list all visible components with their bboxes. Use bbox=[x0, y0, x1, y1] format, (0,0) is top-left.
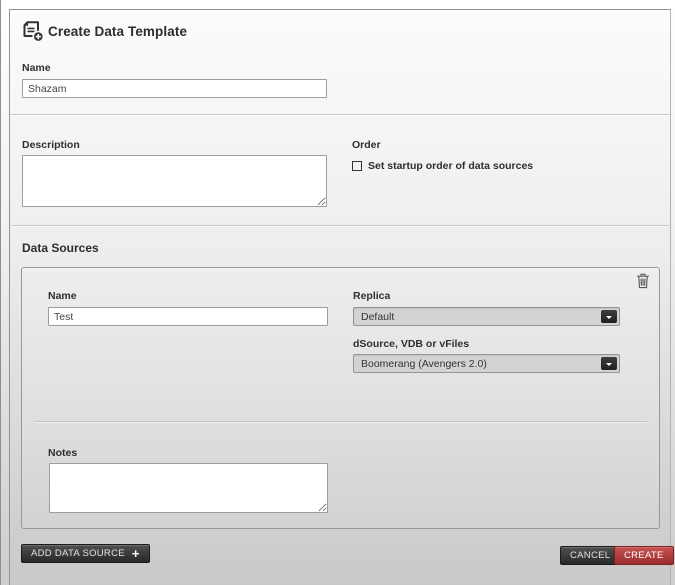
create-data-template-dialog: Create Data Template Name Description Or… bbox=[9, 9, 671, 585]
create-label: CREATE bbox=[624, 550, 664, 561]
divider bbox=[34, 421, 647, 423]
description-label: Description bbox=[22, 139, 80, 151]
chevron-down-icon[interactable] bbox=[601, 310, 617, 323]
add-data-source-label: ADD DATA SOURCE bbox=[31, 548, 125, 559]
create-button[interactable]: CREATE bbox=[614, 546, 674, 565]
name-label: Name bbox=[22, 62, 51, 74]
notes-textarea[interactable] bbox=[49, 463, 328, 513]
replica-selected-value: Default bbox=[354, 311, 619, 323]
source-name-label: Name bbox=[48, 290, 77, 302]
replica-label: Replica bbox=[353, 290, 390, 302]
data-sources-heading: Data Sources bbox=[22, 241, 99, 255]
startup-order-checkbox-label: Set startup order of data sources bbox=[368, 160, 533, 172]
name-input[interactable] bbox=[22, 79, 327, 98]
dsource-label: dSource, VDB or vFiles bbox=[353, 338, 469, 350]
notes-label: Notes bbox=[48, 447, 77, 459]
divider bbox=[11, 225, 669, 227]
dsource-selected-value: Boomerang (Avengers 2.0) bbox=[354, 358, 619, 370]
chevron-down-icon[interactable] bbox=[601, 357, 617, 370]
data-source-card: Name Replica Default dSource, VDB or vFi… bbox=[21, 267, 660, 529]
order-label: Order bbox=[352, 139, 381, 151]
add-data-source-button[interactable]: ADD DATA SOURCE + bbox=[21, 544, 150, 563]
replica-select[interactable]: Default bbox=[353, 307, 620, 326]
source-name-input[interactable] bbox=[48, 307, 328, 326]
trash-icon[interactable] bbox=[636, 273, 650, 289]
divider bbox=[11, 114, 669, 116]
dialog-title: Create Data Template bbox=[48, 24, 187, 39]
new-data-template-icon bbox=[19, 20, 45, 43]
cancel-button[interactable]: CANCEL bbox=[560, 546, 620, 565]
cancel-label: CANCEL bbox=[570, 550, 610, 561]
plus-icon: + bbox=[132, 547, 140, 560]
description-textarea[interactable] bbox=[22, 155, 327, 207]
dsource-select[interactable]: Boomerang (Avengers 2.0) bbox=[353, 354, 620, 373]
startup-order-checkbox[interactable] bbox=[352, 161, 362, 171]
